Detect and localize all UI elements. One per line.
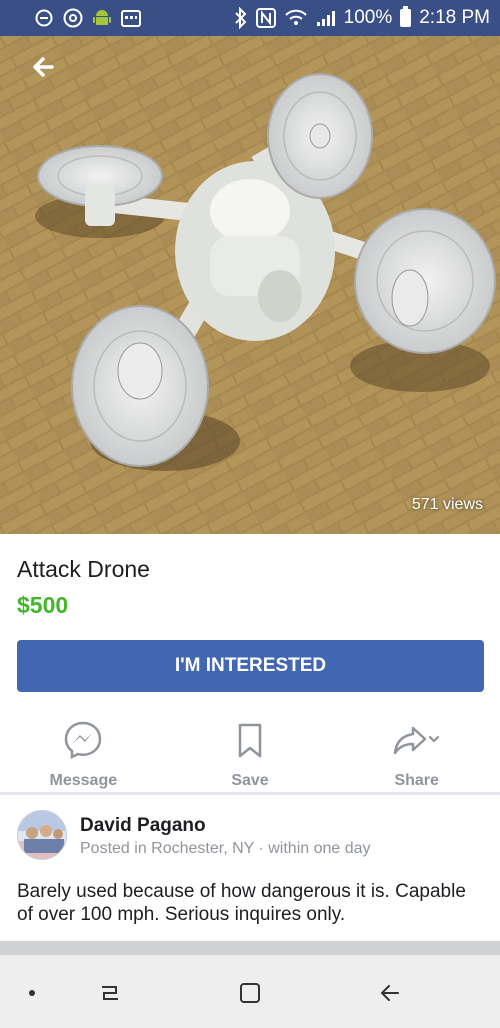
share-icon [393, 726, 439, 755]
android-icon [92, 7, 112, 29]
status-bar: 100% 2:18 PM [0, 0, 500, 36]
calendar-icon [120, 8, 142, 28]
save-button[interactable]: Save [167, 710, 334, 792]
bookmark-icon [238, 723, 262, 758]
section-divider [0, 792, 500, 795]
nfc-icon [255, 8, 276, 28]
messenger-icon [65, 721, 102, 760]
message-button[interactable]: Message [0, 710, 167, 792]
nav-dot-button[interactable] [26, 987, 38, 999]
recent-apps-icon [102, 986, 118, 1000]
dot-icon [29, 990, 35, 996]
listing-price: $500 [17, 592, 69, 618]
signal-icon [316, 9, 336, 27]
seller-avatar[interactable] [17, 810, 67, 860]
wifi-icon [284, 8, 308, 28]
battery-icon [400, 6, 412, 27]
listing-description: Barely used because of how dangerous it … [17, 881, 466, 925]
share-button[interactable]: Share [333, 710, 500, 792]
battery-percent: 100% [343, 7, 393, 28]
listing-photo[interactable]: 571 views [0, 36, 500, 534]
home-button[interactable] [234, 977, 266, 1009]
interested-button[interactable]: I'M INTERESTED [17, 640, 484, 692]
system-back-button[interactable] [374, 977, 406, 1009]
back-arrow-icon [33, 57, 54, 77]
clock: 2:18 PM [419, 7, 490, 28]
sync-icon [62, 7, 84, 29]
section-separator [0, 941, 500, 955]
home-icon [240, 983, 260, 1003]
back-icon [381, 985, 399, 1001]
status-notifications [34, 7, 142, 29]
view-count: 571 views [411, 496, 483, 513]
share-label: Share [394, 772, 439, 789]
recent-apps-button[interactable] [94, 977, 126, 1009]
navigation-bar [0, 955, 500, 1028]
save-label: Save [231, 772, 269, 789]
bluetooth-icon [234, 7, 248, 29]
status-system: 100% 2:18 PM [234, 6, 490, 29]
listing-title: Attack Drone [17, 556, 150, 582]
post-meta: Posted in Rochester, NY · within one day [80, 840, 371, 857]
seller-photo [18, 811, 66, 859]
blocked-icon [34, 8, 54, 28]
back-button[interactable] [28, 52, 64, 82]
message-label: Message [49, 772, 118, 789]
drone-fan-illustration [0, 36, 500, 534]
seller-name[interactable]: David Pagano [80, 815, 206, 837]
action-bar: Message Save Share [0, 710, 500, 792]
